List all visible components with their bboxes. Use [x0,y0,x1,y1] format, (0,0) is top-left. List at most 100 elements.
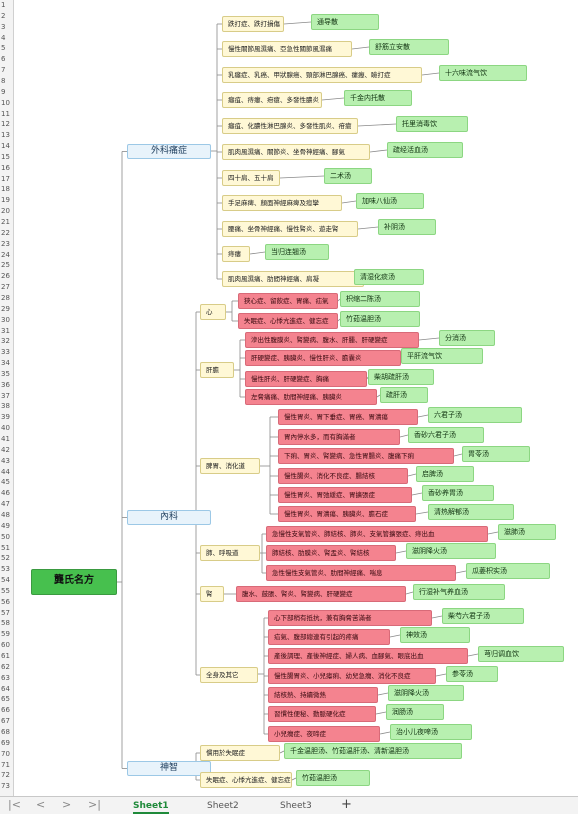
illness-node[interactable]: 腹水、鼓脹、腎炎、腎變病、肝硬變症 [236,586,406,602]
remedy-node[interactable]: 二术汤 [324,168,372,184]
illness-node[interactable]: 手足麻痺、顏面神經麻痺及痙攣 [222,195,342,211]
remedy-node[interactable]: 当归连翘汤 [265,244,329,260]
remedy-node[interactable]: 竹茹温胆汤 [340,311,420,327]
connector-line [467,653,479,657]
remedy-node[interactable]: 启脾汤 [416,466,474,482]
illness-node[interactable]: 肺結核、肋膜炎、腎盂炎、腎結核 [266,545,396,561]
remedy-node[interactable]: 滋阴降火汤 [406,543,496,559]
illness-node[interactable]: 肝硬變症、胰臟炎、慢性肝炎、膽囊炎 [245,350,401,366]
illness-node[interactable]: 慢性肝炎、肝硬變症、胸痛 [245,371,367,387]
illness-node[interactable]: 癰疽、化膿性淋巴腺炎、多發性肌炎、疳瘡 [222,118,358,134]
category-node[interactable]: 外科痛症 [127,144,211,159]
illness-node[interactable]: 胃內停水多，而有胸滿者 [278,429,400,445]
subcategory-node[interactable]: 脾胃、消化道 [200,458,260,474]
first-sheet-icon[interactable]: |< [8,799,21,811]
remedy-node[interactable]: 十六味流气饮 [439,65,527,81]
illness-node[interactable]: 痔瘻 [222,246,250,262]
illness-node[interactable]: 癰疽、痔瘻、疳瘡、多發性膿炎 [222,92,322,108]
illness-node[interactable]: 慢性胃炎、胃下垂症、胃癌、胃潰瘍 [278,409,418,425]
category-node[interactable]: 內科 [127,510,211,525]
illness-node[interactable]: 慣用於失眠症 [200,745,280,761]
illness-node[interactable]: 產後調理、產後神經症、婦人病、血腳氣、眼底出血 [268,648,468,664]
illness-node[interactable]: 失眠症、心悸亢進症、健忘症 [200,772,292,788]
illness-node[interactable]: 狹心症、留飲症、胃痛、疝氣 [238,293,338,309]
prev-sheet-icon[interactable]: < [36,799,45,811]
illness-node[interactable]: 疝氣、腹部總連有引起的疼痛 [268,629,390,645]
illness-node[interactable]: 慢性胃炎、胃弛緩症、胃擴張症 [278,487,412,503]
illness-node[interactable]: 滲出性腹膜炎、腎變病、腹水、肝腫、肝硬變症 [245,332,419,348]
row-number: 16 [1,163,10,172]
remedy-node[interactable]: 治小儿夜啼汤 [390,724,472,740]
remedy-node[interactable]: 平肝流气饮 [401,348,483,364]
illness-node[interactable]: 慢性胃炎、胃潰瘍、胰臟炎、膽石症 [278,506,416,522]
remedy-node[interactable]: 香砂六君子汤 [408,427,484,443]
remedy-node[interactable]: 千金内托散 [344,90,412,106]
remedy-node[interactable]: 六君子汤 [428,407,522,423]
remedy-node[interactable]: 瓜蒌枳实汤 [466,563,550,579]
row-number: 64 [1,684,10,693]
remedy-node[interactable]: 柴芍六君子汤 [442,608,524,624]
illness-node[interactable]: 肌肉風濕痛、肋間神經痛、肩凝 [222,271,364,287]
illness-node[interactable]: 心下部稍有抵抗，兼有胸脅苦滿者 [268,610,432,626]
remedy-node[interactable]: 清湿化痰汤 [354,269,424,285]
remedy-node[interactable]: 竹茹温胆汤 [296,770,370,786]
row-number: 9 [1,87,6,96]
next-sheet-icon[interactable]: > [62,799,71,811]
subcategory-node[interactable]: 腎 [200,586,224,602]
remedy-node[interactable]: 参苓汤 [446,666,498,682]
illness-node[interactable]: 左脅痛痛、肋間神經痛、胰臟炎 [245,389,377,405]
remedy-node[interactable]: 枳缩二陈汤 [340,291,420,307]
tab-sheet1[interactable]: Sheet1 [133,800,169,814]
illness-node[interactable]: 小兒癇症、夜啼症 [268,726,380,742]
last-sheet-icon[interactable]: >| [88,799,101,811]
remedy-node[interactable]: 清热解郁汤 [428,504,514,520]
illness-node[interactable]: 失眠症、心悸亢進症、健忘症 [238,313,338,329]
subcategory-node[interactable]: 肺、呼吸道 [200,545,260,561]
remedy-node[interactable]: 滋阴降火汤 [388,685,464,701]
illness-node[interactable]: 急慢性支氣管炎、肺結核、肺炎、支氣管擴張症、痔出血 [266,526,488,542]
row-number: 59 [1,630,10,639]
remedy-node[interactable]: 加味八仙汤 [356,193,424,209]
illness-node[interactable]: 慢性腸胃炎、小兒瘧痢、幼兒急癇、消化不良症 [268,668,436,684]
row-number: 53 [1,565,10,574]
root-node[interactable]: 龔氏名方 [31,569,117,595]
illness-node[interactable]: 慢性腸炎、消化不良症、腸結核 [278,468,408,484]
illness-node[interactable]: 急性慢性支氣管炎、肋間神經痛、喘息 [266,565,456,581]
illness-node[interactable]: 跌打症、跌打損傷 [222,16,284,32]
remedy-node[interactable]: 行湿补气养血汤 [413,584,505,600]
remedy-node[interactable]: 滋肺汤 [498,524,556,540]
subcategory-node[interactable]: 肝膽 [200,362,234,378]
remedy-node[interactable]: 分消汤 [439,330,495,346]
remedy-node[interactable]: 香砂养胃汤 [422,485,494,501]
add-sheet-button[interactable]: + [341,797,352,812]
illness-node[interactable]: 結核熱、持續微熱 [268,687,378,703]
tab-sheet2[interactable]: Sheet2 [207,800,239,812]
illness-node[interactable]: 乳癰症、乳癌、甲狀腺癌、頸部淋巴腺癌、瘰癧、瞼打症 [222,67,422,83]
illness-node[interactable]: 肌肉風濕痛、關節炎、坐骨神經痛、腳氣 [222,144,370,160]
remedy-node[interactable]: 千金温胆汤、竹茹温肝汤、清新温胆汤 [284,743,462,759]
remedy-node[interactable]: 润肠汤 [386,704,444,720]
remedy-node[interactable]: 疏经活血汤 [387,142,463,158]
remedy-node[interactable]: 舒筋立安散 [369,39,449,55]
remedy-node[interactable]: 补阴汤 [378,219,436,235]
illness-node[interactable]: 習慣性便秘、動脈硬化症 [268,706,376,722]
remedy-node[interactable]: 托里消毒饮 [396,116,468,132]
remedy-node[interactable]: 柴胡疏肝汤 [368,369,434,385]
remedy-node[interactable]: 胃苓汤 [462,446,530,462]
remedy-node[interactable]: 芎归调血饮 [478,646,564,662]
illness-node[interactable]: 慢性關節風濕痛、亞急性關節風濕痛 [222,41,352,57]
category-node[interactable]: 神智 [127,761,211,776]
row-number: 1 [1,1,6,9]
row-number: 70 [1,749,10,758]
illness-node[interactable]: 四十肩、五十肩 [222,170,280,186]
illness-node[interactable]: 下痢、胃炎、腎變病、急性胃腸炎、腹痛下痢 [278,448,454,464]
remedy-node[interactable]: 神效汤 [400,627,470,643]
connector-line [487,531,499,535]
subcategory-node[interactable]: 全身及其它 [200,667,258,683]
illness-node[interactable]: 腰痛、坐骨神經痛、慢性腎炎、遊走腎 [222,221,358,237]
subcategory-node[interactable]: 心 [200,304,226,320]
connector-line [405,591,414,595]
remedy-node[interactable]: 通导散 [311,14,379,30]
remedy-node[interactable]: 疏肝汤 [380,387,428,403]
tab-sheet3[interactable]: Sheet3 [280,800,312,812]
